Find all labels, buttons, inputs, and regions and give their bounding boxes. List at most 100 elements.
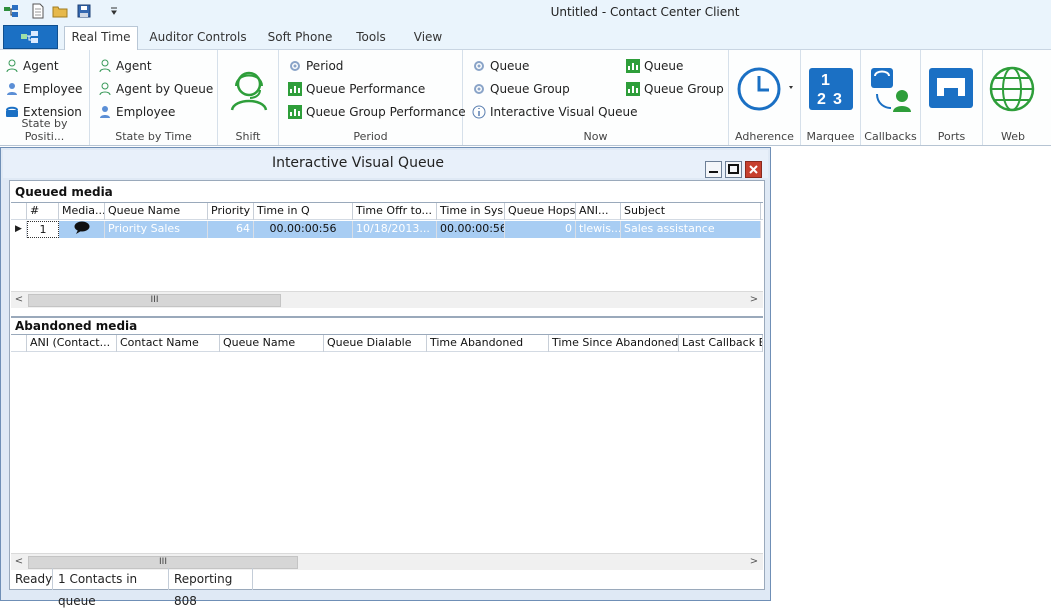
group-marquee: 1 23 Marquee (801, 50, 861, 145)
ribbon-period-button[interactable]: Period (288, 56, 343, 76)
maximize-button[interactable] (725, 161, 742, 178)
group-label-marquee: Marquee (806, 130, 855, 143)
tab-view[interactable]: View (404, 28, 452, 50)
col-header-ani[interactable]: ANI... (576, 203, 621, 220)
ribbon-agent-time-button[interactable]: Agent (98, 56, 152, 76)
cell-media (59, 221, 105, 238)
col-header-contact-name[interactable]: Contact Name (117, 335, 220, 352)
col-header-num[interactable]: # (27, 203, 59, 220)
scroll-left-arrow-icon[interactable]: < (11, 293, 27, 308)
cell-time-in-q: 00.00:00:56 (254, 221, 353, 238)
employee-icon (7, 83, 17, 95)
table-row[interactable]: ▶ 1 Priority Sales 64 00.00:00:56 10/18/… (11, 221, 763, 238)
ribbon-queue-performance-button[interactable]: Queue Performance (288, 79, 425, 99)
ribbon-agent-label: Agent (23, 59, 59, 73)
abandoned-media-grid[interactable]: ANI (Contact... Contact Name Queue Name … (11, 334, 763, 570)
group-label-ports: Ports (937, 130, 966, 143)
cell-queue-name: Priority Sales (105, 221, 208, 238)
ribbon-employee-label: Employee (23, 82, 83, 96)
headset-agent-icon[interactable] (224, 64, 274, 114)
tab-real-time[interactable]: Real Time (64, 26, 138, 51)
ribbon-now-queue-group-chart-button[interactable]: Queue Group (626, 79, 724, 99)
ribbon-employee-button[interactable]: Employee (5, 79, 82, 99)
gear-icon (290, 61, 300, 71)
child-window-titlebar[interactable]: Interactive Visual Queue (3, 150, 768, 178)
group-label-shift: Shift (235, 130, 261, 143)
close-icon (749, 165, 758, 174)
network-port-icon[interactable] (927, 64, 977, 114)
cell-num: 1 (27, 221, 59, 238)
clock-icon[interactable] (735, 64, 795, 114)
child-window-title: Interactive Visual Queue (271, 155, 445, 171)
chat-bubble-icon (74, 221, 89, 234)
status-ready: Ready (10, 568, 53, 590)
col-header-last-callback[interactable]: Last Callback Emp (679, 335, 763, 352)
app-menu-icon (21, 31, 38, 43)
col-header-queue-name[interactable]: Queue Name (105, 203, 208, 220)
ribbon-tab-strip: Real Time Auditor Controls Soft Phone To… (0, 24, 1051, 51)
abandoned-grid-header: ANI (Contact... Contact Name Queue Name … (11, 335, 763, 352)
minimize-icon (709, 171, 718, 173)
ribbon-agent-by-queue-button[interactable]: Agent by Queue (98, 79, 213, 99)
callback-phone-icon[interactable] (867, 64, 917, 114)
col-header-time-abandoned[interactable]: Time Abandoned (427, 335, 549, 352)
queued-media-header: Queued media (15, 185, 113, 199)
tab-auditor-controls[interactable]: Auditor Controls (144, 28, 252, 50)
ribbon: Agent Employee Extension State by Positi… (0, 50, 1051, 146)
marquee-icon[interactable]: 1 2 3 (807, 64, 857, 114)
ribbon-queue-performance-label: Queue Performance (306, 82, 426, 96)
status-contacts-in-queue: 1 Contacts in queue (53, 568, 169, 608)
status-bar: Ready 1 Contacts in queue Reporting 808 (10, 568, 767, 608)
globe-icon[interactable] (987, 64, 1037, 114)
ribbon-queue-group-performance-button[interactable]: Queue Group Performance (288, 102, 466, 122)
col-header-subject[interactable]: Subject (621, 203, 761, 220)
ribbon-interactive-visual-queue-label: Interactive Visual Queue (490, 105, 638, 119)
svg-text:1: 1 (821, 72, 830, 89)
ribbon-interactive-visual-queue-button[interactable]: Interactive Visual Queue (472, 102, 638, 122)
bar-chart-icon (626, 82, 640, 96)
mdi-background (771, 147, 1051, 601)
group-now: Queue Queue Group Interactive Visual Que… (463, 50, 729, 145)
group-label-adherence: Adherence (735, 130, 794, 143)
col-header-priority[interactable]: Priority (208, 203, 254, 220)
ribbon-now-queue-chart-button[interactable]: Queue (626, 56, 683, 76)
interactive-visual-queue-window: Interactive Visual Queue Queued media # … (0, 147, 771, 608)
group-shift: Shift (218, 50, 279, 145)
col-header-time-in-sys[interactable]: Time in Sys (437, 203, 505, 220)
col-header-queue-name[interactable]: Queue Name (220, 335, 324, 352)
person-icon (99, 59, 111, 73)
ribbon-now-queue-group-button[interactable]: Queue Group (472, 79, 570, 99)
tab-soft-phone[interactable]: Soft Phone (262, 28, 338, 50)
group-period: Period Queue Performance Queue Group Per… (279, 50, 466, 145)
ribbon-employee-time-button[interactable]: Employee (98, 102, 175, 122)
ribbon-now-queue-label: Queue (490, 59, 530, 73)
col-header-ani-contact[interactable]: ANI (Contact... (27, 335, 117, 352)
group-callbacks: Callbacks (861, 50, 921, 145)
svg-text:3: 3 (833, 91, 842, 108)
group-label-callbacks: Callbacks (864, 130, 917, 143)
bar-chart-icon (626, 59, 640, 73)
col-header-queue-dialable[interactable]: Queue Dialable (324, 335, 427, 352)
employee-icon (100, 106, 110, 118)
queued-media-grid[interactable]: # Media... Queue Name Priority Time in Q… (11, 202, 763, 308)
col-header-media[interactable]: Media... (59, 203, 105, 220)
ribbon-now-queue-button[interactable]: Queue (472, 56, 529, 76)
queued-horizontal-scrollbar[interactable]: < III > (11, 291, 763, 308)
scroll-thumb[interactable]: III (28, 294, 281, 307)
ribbon-agent-time-label: Agent (116, 59, 152, 73)
application-menu-button[interactable] (3, 25, 58, 49)
col-header-queue-hops[interactable]: Queue Hops (505, 203, 576, 220)
col-header-time-offered[interactable]: Time Offr to... (353, 203, 437, 220)
group-label-web: Web (1001, 130, 1025, 143)
scroll-right-arrow-icon[interactable]: > (746, 293, 762, 308)
row-selector-arrow[interactable]: ▶ (11, 221, 27, 238)
col-header-time-since-abandoned[interactable]: Time Since Abandoned (549, 335, 679, 352)
ribbon-agent-button[interactable]: Agent (5, 56, 59, 76)
minimize-button[interactable] (705, 161, 722, 178)
cell-priority: 64 (208, 221, 254, 238)
ribbon-employee-time-label: Employee (116, 105, 176, 119)
ribbon-period-label: Period (306, 59, 344, 73)
close-button[interactable] (745, 161, 762, 178)
tab-tools[interactable]: Tools (346, 28, 396, 50)
col-header-time-in-q[interactable]: Time in Q (254, 203, 353, 220)
